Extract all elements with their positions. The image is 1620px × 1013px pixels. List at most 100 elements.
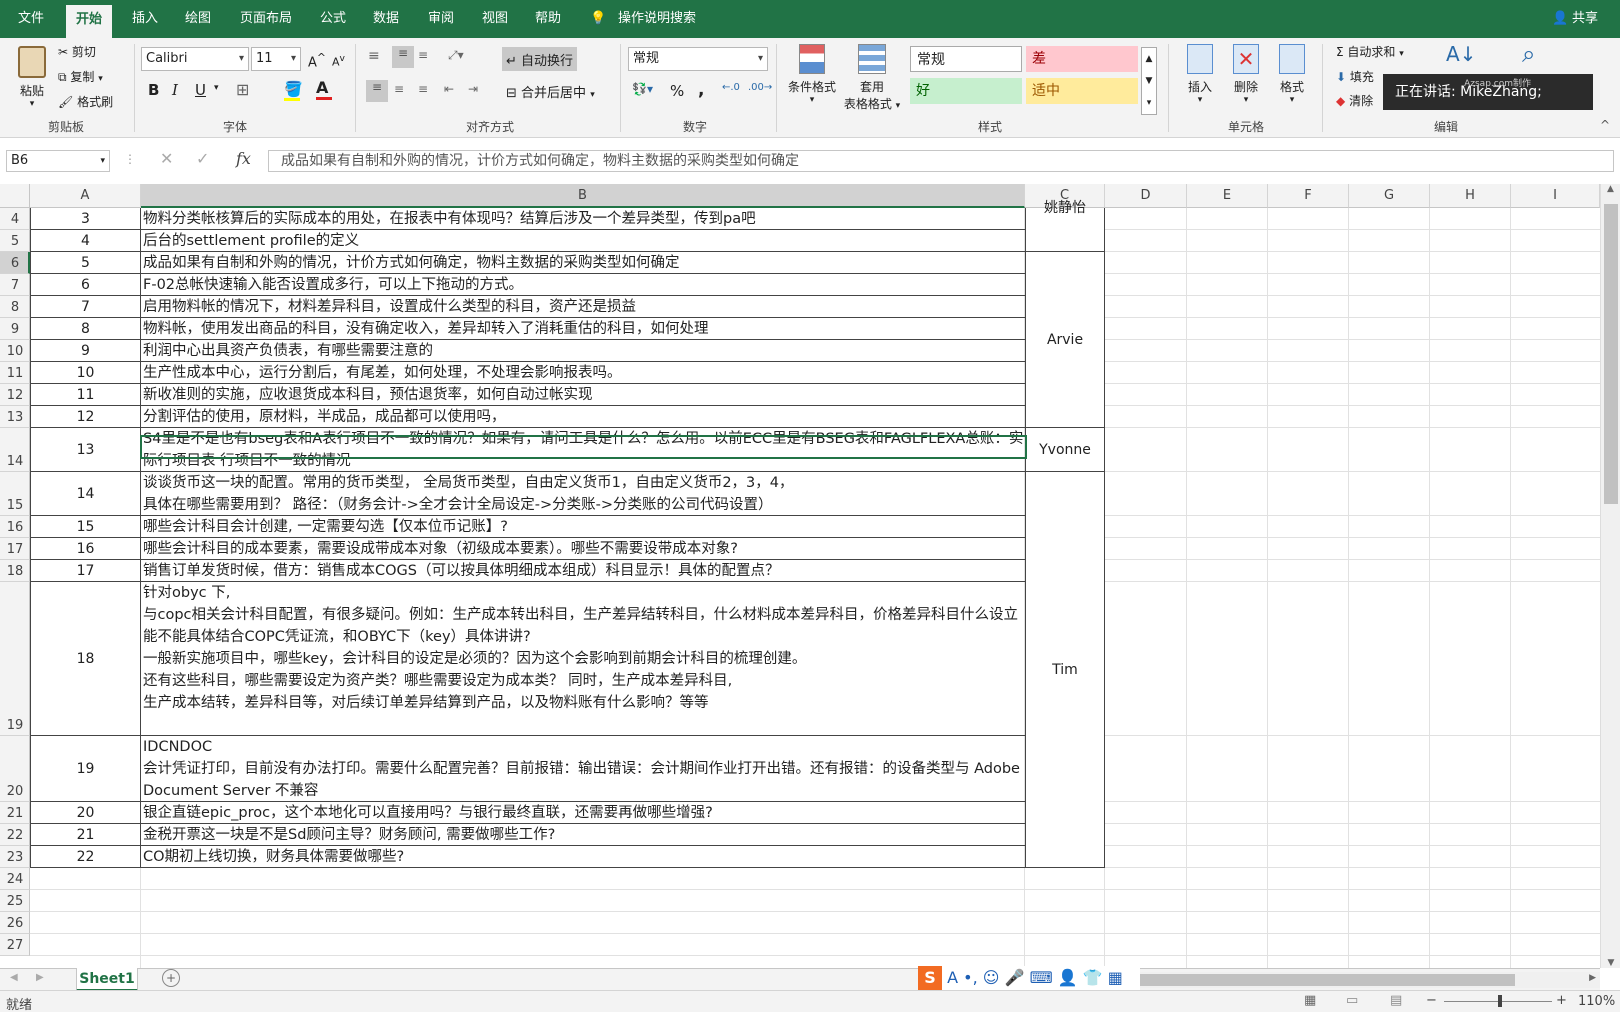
column-header-d[interactable]: D <box>1105 184 1187 208</box>
cell-b23[interactable]: CO期初上线切换，财务具体需要做哪些? <box>141 846 1025 868</box>
horizontal-scroll-thumb[interactable] <box>1140 974 1515 986</box>
cell-a21[interactable]: 20 <box>30 802 141 824</box>
cell-b4[interactable]: 物料分类帐核算后的实际成本的用处，在报表中有体现吗？结算后涉及一个差异类型，传到… <box>141 208 1025 230</box>
comma-button[interactable]: , <box>698 80 704 100</box>
row-header-20[interactable]: 20 <box>0 736 30 802</box>
select-all-corner[interactable] <box>0 184 30 208</box>
row-header-14[interactable]: 14 <box>0 428 30 472</box>
column-header-f[interactable]: F <box>1268 184 1349 208</box>
punctuation-icon[interactable]: •, <box>963 968 978 987</box>
menu-review[interactable]: 审阅 <box>428 0 454 38</box>
format-as-table-button[interactable]: 套用 表格格式 ▾ <box>842 44 902 112</box>
toolbox-icon[interactable]: ▦ <box>1108 968 1123 987</box>
scroll-down-icon[interactable]: ▼ <box>1601 958 1620 968</box>
cell-a11[interactable]: 10 <box>30 362 141 384</box>
merge-center-button[interactable]: ⊟ 合并后居中 ▾ <box>506 82 595 101</box>
cell-b17[interactable]: 哪些会计科目的成本要素，需要设成带成本对象（初级成本要素）。哪些不需要设带成本对… <box>141 538 1025 560</box>
row-header-19[interactable]: 19 <box>0 582 30 736</box>
style-neutral[interactable]: 适中 <box>1026 78 1138 104</box>
column-header-b[interactable]: B <box>141 184 1025 208</box>
cell-a9[interactable]: 8 <box>30 318 141 340</box>
style-good[interactable]: 好 <box>910 78 1022 104</box>
cell-b18[interactable]: 销售订单发货时候，借方：销售成本COGS（可以按具体明细成本组成）科目显示！具体… <box>141 560 1025 582</box>
format-cells-button[interactable]: 格式 ▾ <box>1272 44 1312 105</box>
emoji-icon[interactable]: ☺ <box>983 968 1000 987</box>
cell-a12[interactable]: 11 <box>30 384 141 406</box>
cell-b5[interactable]: 后台的settlement profile的定义 <box>141 230 1025 252</box>
column-header-a[interactable]: A <box>30 184 141 208</box>
sort-filter-icon[interactable]: A↓ <box>1446 42 1476 66</box>
font-size-select[interactable]: 11 ▾ <box>251 47 301 71</box>
vertical-scroll-thumb[interactable] <box>1604 204 1618 504</box>
conditional-format-button[interactable]: 条件格式 ▾ <box>784 44 840 105</box>
row-header-7[interactable]: 7 <box>0 274 30 296</box>
cell-a10[interactable]: 9 <box>30 340 141 362</box>
row-header-25[interactable]: 25 <box>0 890 30 912</box>
style-normal[interactable]: 常规 <box>910 46 1022 72</box>
autosum-button[interactable]: Σ 自动求和 ▾ <box>1336 43 1404 60</box>
scroll-right-icon[interactable]: ▶ <box>1589 973 1596 983</box>
cell-a16[interactable]: 15 <box>30 516 141 538</box>
cell-a23[interactable]: 22 <box>30 846 141 868</box>
menu-help[interactable]: 帮助 <box>535 0 561 38</box>
zoom-level[interactable]: 110% <box>1578 994 1615 1009</box>
zoom-slider[interactable] <box>1444 995 1552 1007</box>
cell-c-owner[interactable]: Yvonne <box>1025 428 1105 472</box>
vertical-scrollbar[interactable]: ▲ ▼ <box>1600 184 1620 968</box>
cell-a6[interactable]: 5 <box>30 252 141 274</box>
row-header-13[interactable]: 13 <box>0 406 30 428</box>
cell-a7[interactable]: 6 <box>30 274 141 296</box>
scroll-up-icon[interactable]: ▲ <box>1601 184 1620 194</box>
find-search-icon[interactable]: ⌕ <box>1522 40 1535 68</box>
row-header-24[interactable]: 24 <box>0 868 30 890</box>
row-header-21[interactable]: 21 <box>0 802 30 824</box>
keyboard-icon[interactable]: ⌨ <box>1030 968 1053 987</box>
copy-button[interactable]: ⧉ 复制 ▾ <box>58 68 103 85</box>
increase-decimal-icon[interactable]: ←.0 <box>722 82 740 93</box>
menu-insert[interactable]: 插入 <box>132 0 158 38</box>
cell-c-owner[interactable]: Arvie <box>1025 252 1105 428</box>
row-header-11[interactable]: 11 <box>0 362 30 384</box>
delete-cells-button[interactable]: ✕ 删除 ▾ <box>1226 44 1266 105</box>
row-header-12[interactable]: 12 <box>0 384 30 406</box>
align-left-icon[interactable]: ≡ <box>366 80 388 102</box>
fill-button[interactable]: ⬇ 填充 <box>1336 68 1374 85</box>
orientation-icon[interactable]: ⤢▾ <box>448 48 464 63</box>
zoom-slider-thumb[interactable] <box>1498 995 1502 1007</box>
menu-draw[interactable]: 绘图 <box>185 0 211 38</box>
sheet-tab-sheet1[interactable]: Sheet1 <box>76 968 138 992</box>
menu-formulas[interactable]: 公式 <box>320 0 346 38</box>
align-bottom-icon[interactable]: ≡ <box>418 48 428 62</box>
increase-font-button[interactable]: A^ <box>308 51 326 70</box>
page-break-view-icon[interactable]: ▤ <box>1390 993 1402 1008</box>
font-color-icon[interactable]: A <box>316 78 332 100</box>
cell-a13[interactable]: 12 <box>30 406 141 428</box>
cell-a14[interactable]: 13 <box>30 428 141 472</box>
skin-icon[interactable]: 👕 <box>1083 968 1103 987</box>
row-header-17[interactable]: 17 <box>0 538 30 560</box>
formula-input[interactable]: 成品如果有自制和外购的情况，计价方式如何确定，物料主数据的采购类型如何确定 <box>268 150 1614 172</box>
increase-indent-icon[interactable]: ⇥ <box>468 82 478 96</box>
row-header-5[interactable]: 5 <box>0 230 30 252</box>
decrease-decimal-icon[interactable]: .00→ <box>748 82 772 93</box>
microphone-icon[interactable]: 🎤 <box>1005 968 1025 987</box>
scroll-right-icon[interactable]: ▶ <box>36 972 44 983</box>
clear-button[interactable]: ◆ 清除 <box>1336 92 1373 109</box>
scroll-left-icon[interactable]: ◀ <box>10 972 18 983</box>
cell-b11[interactable]: 生产性成本中心，运行分割后，有尾差，如何处理，不处理会影响报表吗。 <box>141 362 1025 384</box>
chevron-down-icon[interactable]: ▾ <box>214 83 219 93</box>
align-center-icon[interactable]: ≡ <box>394 82 404 96</box>
cell-b7[interactable]: F-02总帐快速输入能否设置成多行，可以上下拖动的方式。 <box>141 274 1025 296</box>
cell-a4[interactable]: 3 <box>30 208 141 230</box>
cell-a22[interactable]: 21 <box>30 824 141 846</box>
zoom-in-button[interactable]: + <box>1556 993 1567 1008</box>
paste-button[interactable]: 粘贴 ▾ <box>12 44 52 114</box>
cell-b22[interactable]: 金税开票这一块是不是Sd顾问主导？财务顾问, 需要做哪些工作? <box>141 824 1025 846</box>
borders-icon[interactable]: ⊞ <box>236 80 249 99</box>
font-name-select[interactable]: Calibri ▾ <box>141 47 249 71</box>
menu-page-layout[interactable]: 页面布局 <box>240 0 292 38</box>
row-header-4[interactable]: 4 <box>0 208 30 230</box>
cell-a20[interactable]: 19 <box>30 736 141 802</box>
fill-color-icon[interactable]: 🪣 <box>284 80 303 101</box>
row-header-8[interactable]: 8 <box>0 296 30 318</box>
